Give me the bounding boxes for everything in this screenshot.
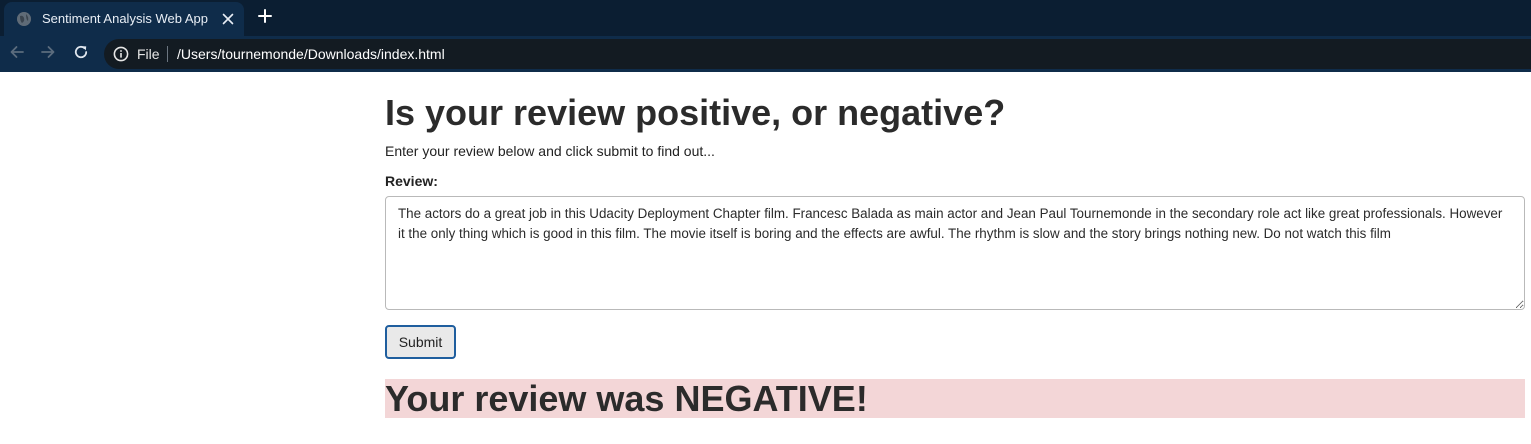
page-title: Is your review positive, or negative? xyxy=(385,92,1006,133)
url-scheme-label: File xyxy=(137,46,160,62)
info-icon[interactable] xyxy=(113,46,129,62)
tab-title: Sentiment Analysis Web App xyxy=(42,11,208,26)
new-tab-button[interactable] xyxy=(254,7,276,29)
arrow-right-icon xyxy=(40,44,56,65)
page-lead: Enter your review below and click submit… xyxy=(385,143,715,159)
result-banner: Your review was NEGATIVE! xyxy=(385,378,1525,419)
browser-tabstrip: Sentiment Analysis Web App xyxy=(0,0,1531,36)
submit-button[interactable]: Submit xyxy=(385,325,456,359)
url-text[interactable]: /Users/tournemonde/Downloads/index.html xyxy=(177,46,445,62)
forward-button[interactable] xyxy=(37,43,59,65)
review-textarea[interactable]: The actors do a great job in this Udacit… xyxy=(385,196,1525,310)
result-text: Your review was NEGATIVE! xyxy=(385,378,868,419)
reload-icon xyxy=(73,44,89,65)
plus-icon xyxy=(258,8,272,28)
address-divider xyxy=(167,46,168,62)
address-bar[interactable]: File /Users/tournemonde/Downloads/index.… xyxy=(104,39,1531,69)
reload-button[interactable] xyxy=(70,43,92,65)
arrow-left-icon xyxy=(9,44,25,65)
browser-tab[interactable]: Sentiment Analysis Web App xyxy=(4,2,244,36)
globe-icon xyxy=(17,12,31,26)
back-button[interactable] xyxy=(6,43,28,65)
close-icon[interactable] xyxy=(219,10,237,28)
review-label: Review: xyxy=(385,173,438,189)
browser-toolbar: File /Users/tournemonde/Downloads/index.… xyxy=(0,36,1531,72)
